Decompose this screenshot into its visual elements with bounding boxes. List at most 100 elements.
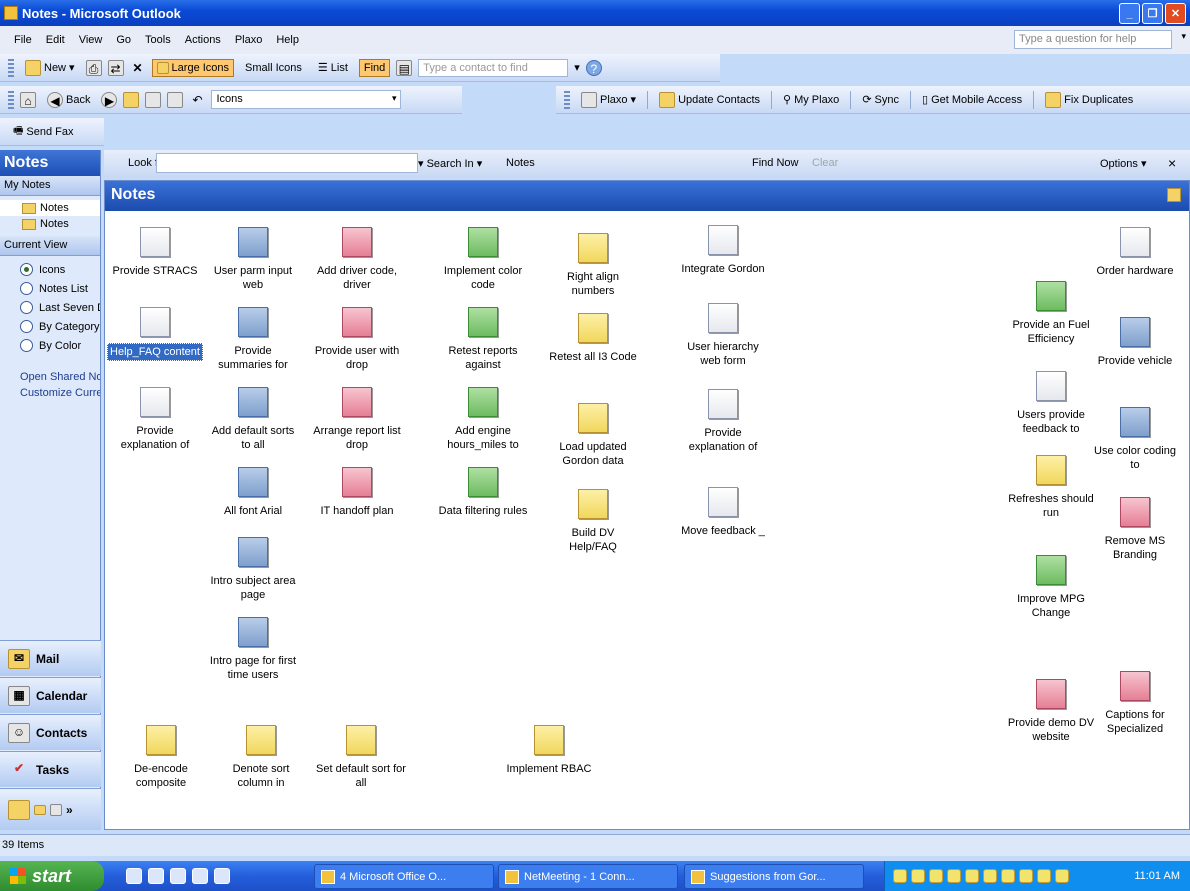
note-item[interactable]: De-encode composite <box>113 725 209 791</box>
view-option-icons[interactable]: Icons <box>0 260 100 279</box>
back-button[interactable]: ◀ Back <box>42 89 95 111</box>
search-in-button[interactable]: ▾ Search In ▾ <box>418 157 482 170</box>
note-item[interactable]: Load updated Gordon data <box>545 403 641 469</box>
note-item[interactable]: Implement color code <box>435 227 531 293</box>
quicklaunch-outlook-icon[interactable] <box>170 868 186 884</box>
close-window-button[interactable]: ✕ <box>1165 3 1186 24</box>
note-item[interactable]: User parm input web <box>205 227 301 293</box>
note-item[interactable]: Set default sort for all <box>313 725 409 791</box>
delete-icon[interactable]: ✕ <box>130 60 146 76</box>
taskbar-item-netmeeting[interactable]: NetMeeting - 1 Conn... <box>498 864 678 889</box>
open-shared-notes-link[interactable]: Open Shared Notes <box>0 369 100 385</box>
note-item[interactable]: Implement RBAC <box>501 725 597 777</box>
tray-icon[interactable] <box>1001 869 1015 883</box>
note-item[interactable]: Provide user with drop <box>309 307 405 373</box>
menu-view[interactable]: View <box>79 34 103 46</box>
menu-plaxo[interactable]: Plaxo <box>235 34 263 46</box>
note-item[interactable]: Add default sorts to all <box>205 387 301 453</box>
print-icon[interactable]: ⎙ <box>85 59 102 76</box>
update-contacts-button[interactable]: Update Contacts <box>654 89 765 111</box>
move-to-folder-icon[interactable]: ⇄ <box>107 59 124 76</box>
note-item[interactable]: Provide summaries for <box>205 307 301 373</box>
fix-duplicates-button[interactable]: Fix Duplicates <box>1040 89 1138 111</box>
note-item[interactable]: Refreshes should run <box>1003 455 1099 521</box>
send-fax-button[interactable]: 🖷 Send Fax <box>8 119 78 144</box>
toolbar-grip[interactable] <box>8 58 14 77</box>
note-item[interactable]: User hierarchy web form <box>675 303 771 369</box>
view-option-by-color[interactable]: By Color <box>0 336 100 355</box>
large-icons-button[interactable]: Large Icons <box>151 58 235 77</box>
start-button[interactable]: start <box>0 861 104 891</box>
minimize-button[interactable]: _ <box>1119 3 1140 24</box>
contact-dropdown-icon[interactable]: ▾ <box>574 61 580 74</box>
tray-icon[interactable] <box>911 869 925 883</box>
get-mobile-access-button[interactable]: ▯ Get Mobile Access <box>917 90 1027 109</box>
outlook-today-icon[interactable]: ⌂ <box>20 91 36 108</box>
my-notes-section-header[interactable]: My Notes <box>0 176 100 196</box>
options-button[interactable]: Options ▾ <box>1100 157 1147 170</box>
tray-icon[interactable] <box>1019 869 1033 883</box>
undo-icon[interactable]: ↶ <box>189 92 205 108</box>
help-dropdown-icon[interactable]: ▾ <box>1181 31 1186 42</box>
note-item[interactable]: Build DV Help/FAQ <box>545 489 641 555</box>
print-preview-icon[interactable] <box>145 91 162 108</box>
configure-buttons-icon[interactable]: » <box>66 803 73 817</box>
restore-button[interactable]: ❐ <box>1142 3 1163 24</box>
help-question-input[interactable]: Type a question for help <box>1014 30 1172 49</box>
note-item[interactable]: Move feedback _ <box>675 487 771 539</box>
note-item[interactable]: Provide demo DV website <box>1003 679 1099 745</box>
menu-file[interactable]: File <box>14 34 32 46</box>
note-item[interactable]: Provide STRACS <box>107 227 203 279</box>
note-item[interactable]: Help_FAQ content <box>107 307 203 361</box>
note-item[interactable]: Denote sort column in <box>213 725 309 791</box>
tray-icon[interactable] <box>1037 869 1051 883</box>
close-find-bar-button[interactable]: × <box>1168 155 1176 171</box>
note-item[interactable]: Order hardware <box>1087 227 1183 279</box>
note-item[interactable]: Provide an Fuel Efficiency <box>1003 281 1099 347</box>
nav-button-calendar[interactable]: ▦ Calendar <box>0 677 101 713</box>
note-item[interactable]: Intro subject area page <box>205 537 301 603</box>
menu-help[interactable]: Help <box>276 34 299 46</box>
print-preview-2-icon[interactable] <box>167 91 184 108</box>
current-view-section-header[interactable]: Current View <box>0 236 100 256</box>
find-button[interactable]: Find <box>358 58 391 77</box>
tray-icon[interactable] <box>983 869 997 883</box>
tray-icon[interactable] <box>947 869 961 883</box>
customize-current-view-link[interactable]: Customize Current View <box>0 385 100 401</box>
note-item[interactable]: All font Arial <box>205 467 301 519</box>
note-item[interactable]: Improve MPG Change <box>1003 555 1099 621</box>
note-item[interactable]: Captions for Specialized <box>1087 671 1183 737</box>
nav-button-tasks[interactable]: ✔ Tasks <box>0 751 101 787</box>
shortcuts-icon[interactable] <box>50 803 62 816</box>
note-item[interactable]: Add engine hours_miles to <box>435 387 531 453</box>
new-button[interactable]: New ▾ <box>20 57 80 79</box>
menu-edit[interactable]: Edit <box>46 34 65 46</box>
quicklaunch-browser-icon[interactable] <box>148 868 164 884</box>
toolbar-grip[interactable] <box>8 90 14 109</box>
folder-list-icon[interactable] <box>34 804 46 815</box>
note-item[interactable]: Right align numbers <box>545 233 641 299</box>
nav-button-mail[interactable]: ✉ Mail <box>0 640 101 676</box>
note-item[interactable]: Retest reports against <box>435 307 531 373</box>
note-item[interactable]: Integrate Gordon <box>675 225 771 277</box>
forward-icon[interactable]: ▶ <box>101 91 118 108</box>
help-icon[interactable]: ? <box>585 59 602 76</box>
note-item[interactable]: Provide vehicle <box>1087 317 1183 369</box>
menu-go[interactable]: Go <box>116 34 131 46</box>
view-option-last-seven-days[interactable]: Last Seven Days <box>0 298 100 317</box>
my-plaxo-button[interactable]: ⚲ My Plaxo <box>778 90 844 109</box>
search-scope[interactable]: Notes <box>506 157 535 169</box>
menu-actions[interactable]: Actions <box>185 34 221 46</box>
tray-icon[interactable] <box>893 869 907 883</box>
tray-icon[interactable] <box>929 869 943 883</box>
contact-search-input[interactable]: Type a contact to find <box>418 58 569 77</box>
plaxo-menu-button[interactable]: Plaxo ▾ <box>576 89 641 111</box>
note-item[interactable]: Arrange report list drop <box>309 387 405 453</box>
note-item[interactable]: Add driver code, driver <box>309 227 405 293</box>
find-now-button[interactable]: Find Now <box>752 157 798 169</box>
view-option-by-category[interactable]: By Category <box>0 317 100 336</box>
note-item[interactable]: Data filtering rules <box>435 467 531 519</box>
menu-tools[interactable]: Tools <box>145 34 171 46</box>
note-item[interactable]: Retest all I3 Code <box>545 313 641 365</box>
list-button[interactable]: ☰ List <box>313 58 353 77</box>
